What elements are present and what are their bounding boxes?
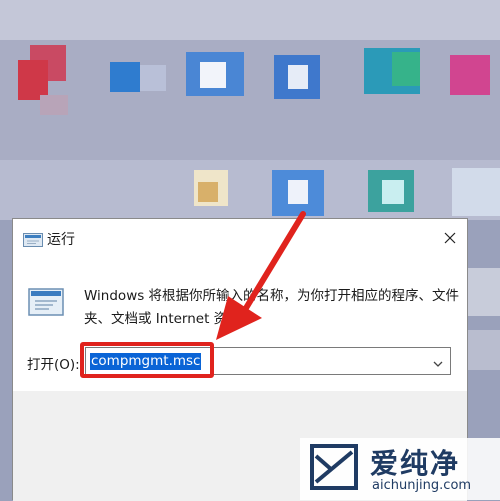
brand-logo-icon — [308, 442, 360, 492]
close-icon — [444, 229, 456, 248]
highlight-box — [80, 342, 214, 378]
watermark-url: aichunjing.com — [372, 478, 472, 493]
close-button[interactable] — [437, 225, 463, 251]
run-icon — [27, 285, 67, 319]
chevron-down-icon — [433, 352, 443, 371]
open-label: 打开(O): — [27, 357, 80, 373]
dialog-title: 运行 — [47, 232, 75, 248]
dropdown-button[interactable] — [430, 350, 446, 372]
title-bar[interactable]: 运行 — [13, 219, 467, 259]
watermark-brand: 爱纯净 — [370, 447, 461, 480]
dialog-description: Windows 将根据你所输入的名称，为你打开相应的程序、文件夹、文档或 Int… — [84, 288, 460, 327]
run-icon — [23, 232, 43, 247]
watermark: 爱纯净 aichunjing.com — [300, 438, 500, 500]
